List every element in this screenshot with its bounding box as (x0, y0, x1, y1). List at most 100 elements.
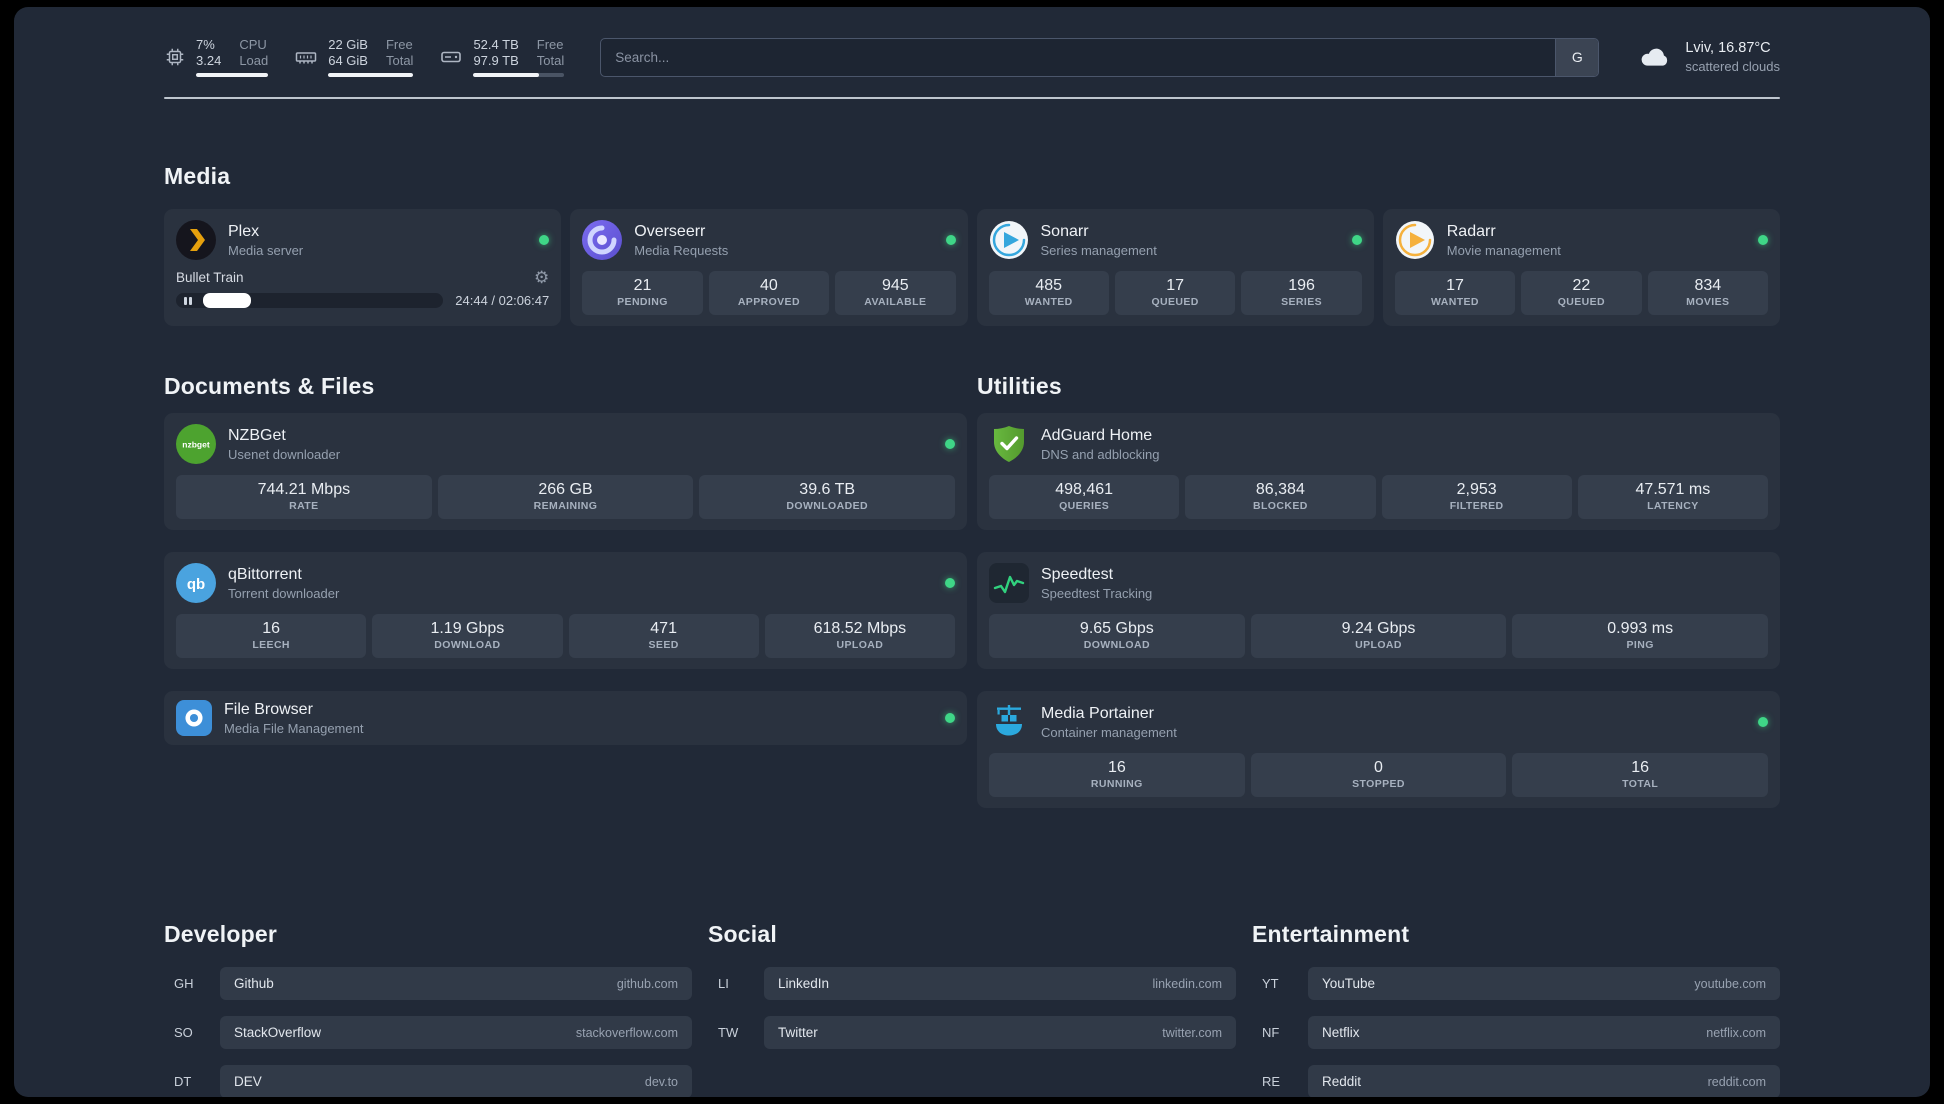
topbar: 7% 3.24 CPU Load 22 GiB 64 GiB Free Tota… (164, 37, 1780, 77)
service-subtitle: Speedtest Tracking (1041, 586, 1153, 602)
stat-tile: 485 WANTED (988, 271, 1109, 316)
card-radarr[interactable]: Radarr Movie management 17 WANTED 22 QUE… (1382, 209, 1780, 327)
status-dot (1758, 717, 1768, 728)
card-plex[interactable]: Plex Media server Bullet Train ⚙ 24:44 /… (164, 209, 562, 327)
card-portainer[interactable]: Media Portainer Container management 16 … (977, 691, 1780, 809)
stat-tile: 2,953 FILTERED (1381, 475, 1572, 520)
memory-label2: Total (385, 53, 414, 68)
stat-label: PENDING (617, 296, 668, 309)
stat-label: WANTED (1024, 296, 1073, 309)
cpu-bar (196, 73, 269, 77)
stat-value: 16 (1107, 759, 1126, 777)
memory-widget: 22 GiB 64 GiB Free Total (294, 37, 414, 77)
stat-value: 39.6 TB (799, 481, 856, 499)
stat-tile: 21 PENDING (582, 271, 703, 316)
sonarr-icon (989, 220, 1029, 260)
disk-widget: 52.4 TB 97.9 TB Free Total (439, 37, 565, 77)
card-overseerr[interactable]: Overseerr Media Requests 21 PENDING 40 A… (570, 209, 968, 327)
card-nzbget[interactable]: nzbget NZBGet Usenet downloader 744.21 M… (164, 413, 967, 531)
service-name: AdGuard Home (1041, 427, 1153, 445)
bookmark-abbr: NF (1262, 1025, 1280, 1041)
plex-icon (176, 220, 216, 261)
settings-gear-icon[interactable]: ⚙ (534, 269, 549, 286)
service-subtitle: DNS and adblocking (1041, 447, 1160, 463)
stat-value: 86,384 (1255, 481, 1305, 499)
service-name: Overseerr (634, 222, 706, 240)
stat-value: 17 (1166, 277, 1185, 295)
stat-label: LATENCY (1647, 500, 1699, 513)
stat-label: APPROVED (737, 296, 800, 309)
disk-label2: Total (536, 53, 565, 68)
stat-label: UPLOAD (836, 639, 884, 652)
stat-tile: 1.19 Gbps DOWNLOAD (372, 614, 563, 659)
bookmark-youtube[interactable]: YT YouTube youtube.com (1252, 967, 1780, 1001)
stat-tile: 39.6 TB DOWNLOADED (699, 475, 956, 520)
stat-value: 22 (1572, 277, 1591, 295)
bookmark-abbr: LI (718, 976, 729, 992)
bookmark-stackoverflow[interactable]: SO StackOverflow stackoverflow.com (164, 1016, 692, 1050)
card-adguard[interactable]: AdGuard Home DNS and adblocking 498,461 … (977, 413, 1780, 531)
stat-label: REMAINING (533, 500, 598, 513)
bookmark-linkedin[interactable]: LI LinkedIn linkedin.com (708, 967, 1236, 1001)
search-input[interactable] (601, 38, 1556, 76)
stat-tile: 498,461 QUERIES (989, 475, 1180, 520)
stat-value: 834 (1694, 277, 1722, 295)
section-title-developer: Developer (164, 921, 278, 948)
stat-value: 40 (759, 277, 778, 295)
service-subtitle: Media Requests (634, 243, 729, 259)
playback-progress-bar[interactable] (176, 293, 444, 309)
pause-icon[interactable] (184, 296, 192, 305)
stat-label: SEED (648, 639, 679, 652)
service-name: qBittorrent (228, 566, 302, 584)
status-dot (945, 578, 955, 589)
stat-value: 9.65 Gbps (1079, 620, 1154, 638)
disk-label: Free (536, 37, 564, 52)
section-title-entertainment: Entertainment (1252, 921, 1410, 948)
stat-tile: 22 QUEUED (1521, 271, 1642, 316)
bookmark-url: netflix.com (1706, 1025, 1766, 1040)
weather-location: Lviv, 16.87°C (1685, 40, 1771, 56)
qbittorrent-icon: qb (176, 563, 216, 604)
cpu-icon (166, 48, 184, 66)
stat-tile: 9.65 Gbps DOWNLOAD (989, 614, 1245, 659)
stat-label: BLOCKED (1253, 500, 1308, 513)
svg-text:nzbget: nzbget (182, 440, 210, 450)
bookmark-reddit[interactable]: RE Reddit reddit.com (1252, 1065, 1780, 1097)
memory-free: 22 GiB (328, 37, 368, 52)
service-name: File Browser (224, 701, 313, 719)
status-dot (539, 235, 550, 246)
bookmark-dev[interactable]: DT DEV dev.to (164, 1065, 692, 1097)
nzbget-icon: nzbget (176, 424, 216, 465)
card-sonarr[interactable]: Sonarr Series management 485 WANTED 17 Q… (976, 209, 1374, 327)
card-filebrowser[interactable]: File Browser Media File Management (164, 691, 967, 746)
bookmark-url: twitter.com (1162, 1025, 1222, 1040)
service-name: Radarr (1446, 222, 1496, 240)
stat-tile: 0 STOPPED (1250, 753, 1507, 798)
stat-tile: 16 TOTAL (1512, 753, 1769, 798)
service-subtitle: Media File Management (224, 721, 364, 737)
svg-text:qb: qb (187, 576, 205, 593)
card-speedtest[interactable]: Speedtest Speedtest Tracking 9.65 Gbps D… (977, 552, 1780, 670)
stat-tile: 86,384 BLOCKED (1185, 475, 1376, 520)
bookmark-name: Twitter (778, 1025, 818, 1041)
bookmark-github[interactable]: GH Github github.com (164, 967, 692, 1001)
bookmark-name: Github (234, 976, 274, 992)
bookmark-netflix[interactable]: NF Netflix netflix.com (1252, 1016, 1780, 1050)
stat-tile: 17 QUEUED (1114, 271, 1236, 316)
service-subtitle: Container management (1041, 725, 1177, 741)
section-title-documents: Documents & Files (164, 373, 375, 400)
memory-bar (328, 73, 414, 77)
stat-label: QUEUED (1151, 296, 1199, 309)
stat-tile: 744.21 Mbps RATE (176, 475, 432, 520)
speedtest-icon (989, 563, 1029, 604)
service-subtitle: Series management (1040, 243, 1157, 259)
search-provider-button[interactable]: G (1555, 38, 1599, 76)
stat-label: DOWNLOADED (786, 500, 868, 513)
search-bar: G (600, 37, 1600, 77)
section-media: Media Plex Media server Bullet Train ⚙ 2… (164, 163, 1780, 327)
card-qbittorrent[interactable]: qb qBittorrent Torrent downloader 16 LEE… (164, 552, 967, 670)
bookmark-twitter[interactable]: TW Twitter twitter.com (708, 1016, 1236, 1050)
bookmark-name: LinkedIn (778, 976, 830, 992)
cpu-label: CPU (239, 37, 267, 52)
stat-label: QUERIES (1059, 500, 1110, 513)
